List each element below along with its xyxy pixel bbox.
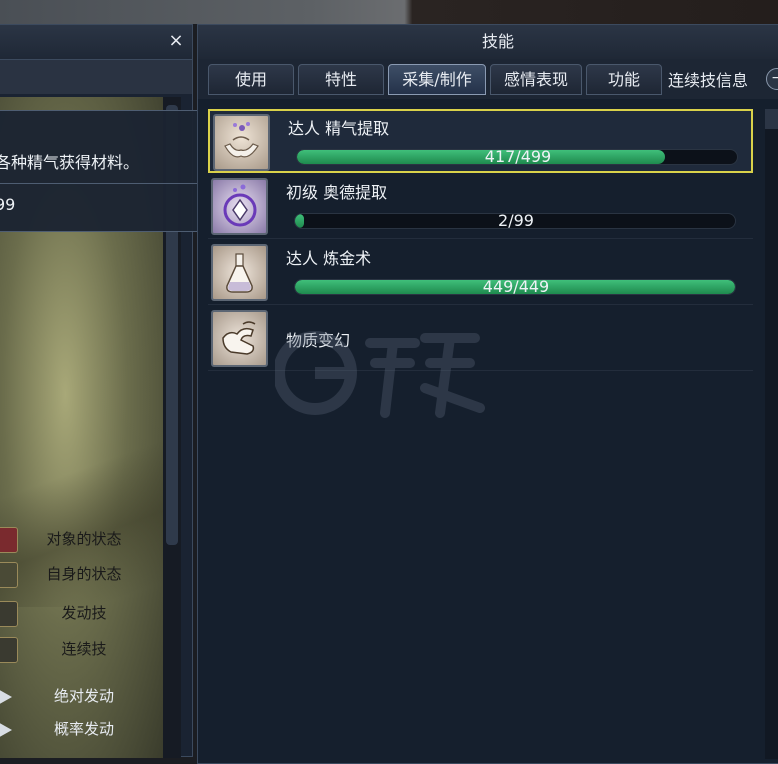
legend-activation-skill: 发动技 (0, 599, 160, 629)
legend-swatch (0, 527, 18, 553)
watermark-logo (275, 331, 485, 418)
skill-row-essence-extraction[interactable]: 达人 精气提取 417/499 (208, 109, 753, 173)
tab-scroll-button[interactable]: − (766, 68, 778, 90)
triangle-icon (0, 688, 12, 706)
skill-progress-bar: 449/449 (294, 279, 736, 295)
legend-label: 发动技 (61, 604, 107, 622)
legend-label: 概率发动 (53, 720, 114, 738)
essence-extract-icon (213, 114, 270, 171)
tab-bar: 使用 特性 采集/制作 感情表现 功能 连续技信息 − (198, 59, 778, 99)
skill-name: 达人 炼金术 (286, 249, 372, 268)
tab-traits[interactable]: 特性 (298, 64, 384, 95)
legend-target-status: 对象的状态 (0, 525, 160, 555)
skill-progress-bar: 417/499 (296, 149, 738, 165)
legend-swatch (0, 562, 18, 588)
left-panel-subheader (0, 60, 192, 94)
alchemy-flask-icon (211, 244, 268, 301)
progress-text: 417/499 (484, 149, 552, 165)
tab-functions[interactable]: 功能 (586, 64, 662, 95)
legend-combo-skill: 连续技 (0, 635, 160, 665)
legend-chance-trigger: 概率发动 (0, 715, 160, 745)
tooltip-description: 各种精气获得材料。 (0, 153, 140, 172)
progress-text: 449/449 (482, 279, 550, 295)
skill-tooltip: 各种精气获得材料。 99 (0, 110, 205, 232)
game-scene-strip (0, 0, 778, 24)
skill-row-odd-extraction[interactable]: 初级 奥德提取 2/99 (208, 175, 753, 239)
triangle-icon (0, 721, 12, 739)
legend-swatch (0, 637, 18, 663)
progress-text: 2/99 (498, 213, 534, 229)
tooltip-divider (0, 183, 200, 184)
tab-use[interactable]: 使用 (208, 64, 294, 95)
legend-absolute-trigger: 绝对发动 (0, 682, 160, 712)
skill-list: 达人 精气提取 417/499 初级 奥德提取 2/99 达人 炼金术 449/… (208, 109, 756, 759)
transmute-hand-icon (211, 310, 268, 367)
tooltip-value: 99 (0, 195, 16, 214)
legend-swatch (0, 601, 18, 627)
scroll-up-button[interactable] (765, 109, 778, 129)
skill-name: 达人 精气提取 (288, 119, 390, 138)
legend-label: 自身的状态 (46, 565, 122, 583)
panel-title: 技能 (481, 32, 514, 51)
skill-name: 初级 奥德提取 (286, 183, 388, 202)
skill-list-scrollbar[interactable] (765, 109, 778, 759)
legend-label: 连续技 (61, 640, 107, 658)
left-panel-header: × (0, 25, 192, 60)
legend-self-status: 自身的状态 (0, 560, 160, 590)
odd-extract-icon (211, 178, 268, 235)
legend-label: 对象的状态 (46, 530, 122, 548)
skill-panel-header: 技能 (198, 25, 778, 59)
close-button[interactable]: × (166, 31, 186, 51)
tab-combo-info[interactable]: 连续技信息 (668, 67, 748, 91)
tab-emotes[interactable]: 感情表现 (490, 64, 582, 95)
skill-row-alchemy[interactable]: 达人 炼金术 449/449 (208, 241, 753, 305)
legend-label: 绝对发动 (53, 687, 114, 705)
skill-progress-bar: 2/99 (294, 213, 736, 229)
tab-gathering-crafting[interactable]: 采集/制作 (388, 64, 486, 95)
